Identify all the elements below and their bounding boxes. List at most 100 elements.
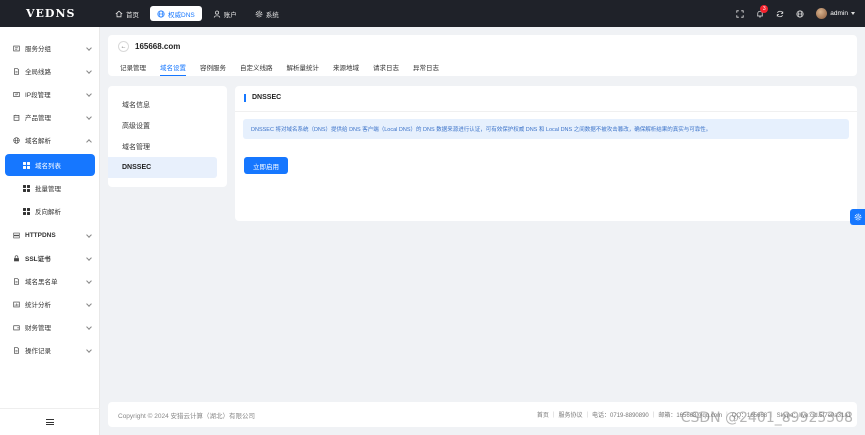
footer-phone: 电话：0719-8890890 (592, 413, 649, 419)
sidebar-subitem-batch-management[interactable]: 批量管理 (5, 177, 95, 199)
user-icon (213, 10, 220, 18)
grid-icon (23, 161, 30, 169)
topnav-dns-label: 权威DNS (168, 11, 195, 19)
sidebar-collapse-button[interactable] (0, 408, 100, 435)
ip-icon (12, 90, 20, 98)
topnav-home[interactable]: 首页 (108, 6, 146, 21)
document-icon (12, 277, 20, 285)
sidebar-item-label: 域名黑名单 (25, 279, 58, 286)
server-icon (12, 231, 20, 239)
sidebar-subitem-label: 域名列表 (35, 163, 61, 170)
chevron-down-icon (86, 45, 92, 51)
document-icon (12, 67, 20, 75)
sidebar-item-label: HTTPDNS (25, 231, 56, 239)
sidebar-subitem-reverse-resolution[interactable]: 反向解析 (5, 200, 95, 222)
sidebar-item-service-group[interactable]: 服务分组 (0, 38, 100, 58)
topnav-authoritative-dns[interactable]: 权威DNS (150, 6, 202, 21)
settings-menu-dnssec[interactable]: DNSSEC (108, 157, 217, 178)
top-bar: VEDNS 首页 权威DNS 账户 系统 3 admin (0, 0, 865, 27)
chart-icon (12, 300, 20, 308)
sidebar-item-global-lines[interactable]: 全局线路 (0, 61, 100, 81)
globe-icon (157, 9, 165, 18)
sidebar-item-label: 操作记录 (25, 348, 51, 355)
tab-request-log[interactable]: 请求日志 (373, 62, 399, 76)
tab-disaster-recovery[interactable]: 容例服务 (200, 62, 226, 76)
language-button[interactable] (790, 9, 810, 18)
info-alert: DNSSEC 将对域名系统（DNS）提供给 DNS 客户端（Local DNS）… (243, 119, 849, 139)
settings-menu-advanced[interactable]: 高级设置 (108, 115, 227, 136)
wallet-icon (12, 323, 20, 331)
sidebar-subitem-domain-list[interactable]: 域名列表 (5, 154, 95, 176)
sidebar-item-products[interactable]: 产品管理 (0, 107, 100, 127)
top-nav: 首页 权威DNS 账户 系统 (108, 0, 290, 27)
enable-dnssec-button[interactable]: 立即启用 (244, 157, 288, 174)
tab-record-management[interactable]: 记录管理 (120, 62, 146, 76)
dnssec-panel: DNSSEC DNSSEC 将对域名系统（DNS）提供给 DNS 客户端（Loc… (235, 86, 857, 221)
chevron-down-icon (86, 301, 92, 307)
chevron-down-icon (86, 278, 92, 284)
notification-badge: 3 (760, 4, 769, 13)
watermark: CSDN @2401_89925308 (680, 410, 853, 426)
footer-link-terms[interactable]: 服务协议 (558, 410, 582, 419)
sidebar-item-finance[interactable]: 财务管理 (0, 317, 100, 337)
folder-icon (12, 44, 20, 52)
sidebar-item-label: IP段管理 (25, 92, 51, 99)
grid-icon (23, 184, 30, 192)
floating-settings-button[interactable] (850, 209, 865, 225)
sidebar-item-domain-blacklist[interactable]: 域名黑名单 (0, 271, 100, 291)
footer-link-home[interactable]: 首页 (537, 410, 549, 419)
sidebar-item-statistics[interactable]: 统计分析 (0, 294, 100, 314)
sidebar-item-ip-management[interactable]: IP段管理 (0, 84, 100, 104)
sidebar-item-label: 服务分组 (25, 46, 51, 53)
chevron-down-icon (86, 255, 92, 261)
sidebar-subitem-label: 反向解析 (35, 209, 61, 216)
topnav-account[interactable]: 账户 (206, 6, 244, 21)
sidebar-item-label: 统计分析 (25, 302, 51, 309)
sidebar-item-operation-log[interactable]: 操作记录 (0, 340, 100, 360)
divider (235, 111, 857, 112)
chevron-down-icon (86, 324, 92, 330)
globe-icon (12, 136, 20, 144)
tab-error-log[interactable]: 异常日志 (413, 62, 439, 76)
sidebar-item-label: 财务管理 (25, 325, 51, 332)
grid-icon (23, 207, 30, 215)
refresh-button[interactable] (770, 10, 790, 18)
fullscreen-button[interactable] (730, 9, 750, 18)
sidebar-item-httpdns[interactable]: HTTPDNS (0, 225, 100, 245)
tab-custom-lines[interactable]: 自定义线路 (240, 62, 273, 76)
domain-tabs: 记录管理 域名设置 容例服务 自定义线路 解析量统计 来源地域 请求日志 异常日… (120, 62, 453, 76)
chevron-down-icon (86, 347, 92, 353)
sidebar-item-label: 域名解析 (25, 138, 51, 145)
chevron-down-icon (86, 114, 92, 120)
home-icon (115, 10, 123, 17)
sidebar: 服务分组 全局线路 IP段管理 产品管理 域名解析 域名列表 批量管理 反向解析… (0, 27, 100, 435)
topnav-system-label: 系统 (265, 11, 279, 19)
chevron-down-icon (86, 91, 92, 97)
back-button[interactable]: ← (118, 41, 129, 52)
brand-logo[interactable]: VEDNS (0, 7, 100, 20)
tab-domain-settings[interactable]: 域名设置 (160, 62, 186, 76)
user-menu[interactable]: admin (816, 8, 855, 19)
globe-icon (796, 9, 804, 18)
settings-menu-domain-management[interactable]: 域名管理 (108, 136, 227, 157)
sidebar-item-domain-resolution[interactable]: 域名解析 (0, 130, 100, 150)
notification-button[interactable]: 3 (750, 4, 770, 18)
info-alert-text: DNSSEC 将对域名系统（DNS）提供给 DNS 客户端（Local DNS）… (251, 127, 712, 133)
topnav-home-label: 首页 (126, 11, 139, 19)
settings-menu-domain-info[interactable]: 域名信息 (108, 94, 227, 115)
domain-header: ← 165668.com 记录管理 域名设置 容例服务 自定义线路 解析量统计 … (108, 35, 857, 76)
sidebar-item-ssl[interactable]: SSL证书 (0, 248, 100, 268)
document-icon (12, 346, 20, 354)
gear-icon (854, 213, 861, 221)
refresh-icon (777, 10, 784, 17)
sidebar-item-label: 全局线路 (25, 69, 51, 76)
chevron-down-icon (86, 68, 92, 74)
tab-source-region[interactable]: 来源地域 (333, 62, 359, 76)
tab-resolution-stats[interactable]: 解析量统计 (287, 62, 320, 76)
settings-menu: 域名信息 高级设置 域名管理 DNSSEC (108, 86, 227, 187)
sidebar-subitem-label: 批量管理 (35, 186, 61, 193)
page-title: 165668.com (135, 42, 181, 51)
box-icon (12, 113, 20, 121)
topnav-system[interactable]: 系统 (248, 6, 286, 21)
copyright: Copyright © 2024 安猎云计算（湖北）有限公司 (118, 412, 255, 420)
